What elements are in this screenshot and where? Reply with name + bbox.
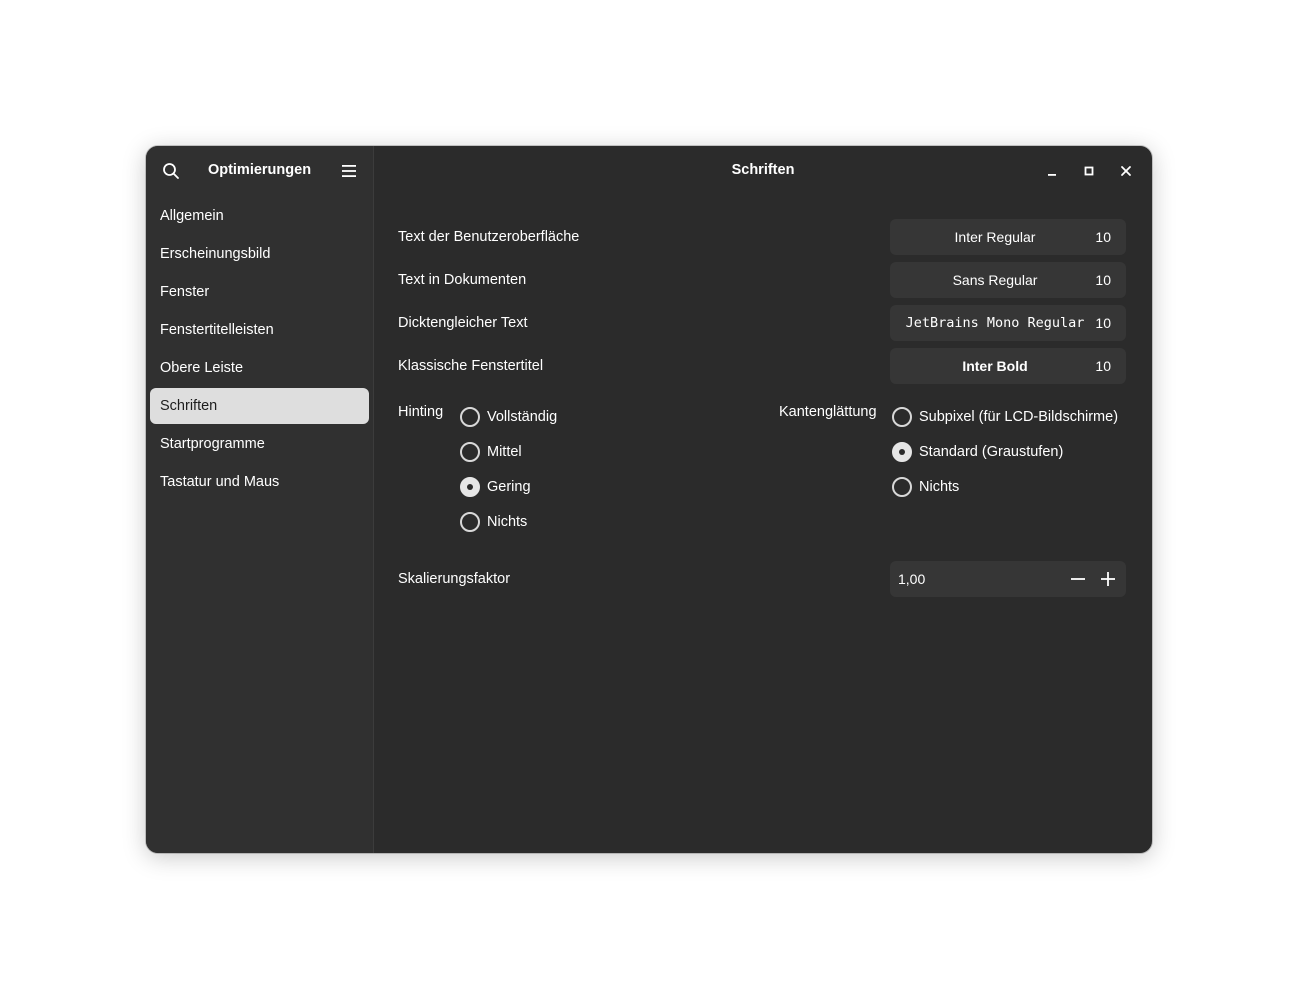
sidebar-item-startprogramme[interactable]: Startprogramme	[150, 426, 369, 462]
font-name: JetBrains Mono Regular	[905, 315, 1085, 331]
document-text-label: Text in Dokumenten	[398, 272, 527, 288]
decrement-icon[interactable]	[1066, 567, 1090, 591]
radio-label: Standard (Graustufen)	[919, 444, 1064, 460]
font-size: 10	[1095, 358, 1111, 374]
radio-button[interactable]	[460, 442, 480, 462]
main-panel: Schriften Text der Benutzeroberfläche In…	[374, 146, 1152, 853]
scaling-factor-label: Skalierungsfaktor	[398, 571, 511, 587]
window-title-label: Klassische Fenstertitel	[398, 358, 544, 374]
radio-label: Gering	[487, 479, 531, 495]
radio-button[interactable]	[460, 512, 480, 532]
sidebar-nav: Allgemein Erscheinungsbild Fenster Fenst…	[150, 198, 369, 502]
scaling-factor-spinbutton: 1,00	[890, 561, 1126, 597]
radio-button-selected[interactable]	[892, 442, 912, 462]
hamburger-menu-icon[interactable]	[334, 156, 364, 186]
increment-icon[interactable]	[1096, 567, 1120, 591]
antialiasing-option-subpixel[interactable]: Subpixel (für LCD-Bildschirme)	[892, 405, 1118, 429]
radio-button-selected[interactable]	[460, 477, 480, 497]
close-icon[interactable]	[1114, 159, 1138, 183]
sidebar-item-obere-leiste[interactable]: Obere Leiste	[150, 350, 369, 386]
antialiasing-option-nichts[interactable]: Nichts	[892, 475, 959, 499]
window-title-font-button[interactable]: Inter Bold 10	[890, 348, 1126, 384]
antialiasing-label: Kantenglättung	[779, 404, 877, 420]
sidebar-item-allgemein[interactable]: Allgemein	[150, 198, 369, 234]
sidebar-item-erscheinungsbild[interactable]: Erscheinungsbild	[150, 236, 369, 272]
font-name: Inter Bold	[962, 358, 1028, 374]
radio-label: Mittel	[487, 444, 522, 460]
sidebar-item-tastatur-und-maus[interactable]: Tastatur und Maus	[150, 464, 369, 500]
sidebar-item-fenster[interactable]: Fenster	[150, 274, 369, 310]
ui-text-font-button[interactable]: Inter Regular 10	[890, 219, 1126, 255]
hinting-option-vollstaendig[interactable]: Vollständig	[460, 405, 557, 429]
hinting-option-mittel[interactable]: Mittel	[460, 440, 522, 464]
monospace-text-label: Dicktengleicher Text	[398, 315, 528, 331]
font-size: 10	[1095, 315, 1111, 331]
radio-button[interactable]	[460, 407, 480, 427]
font-name: Inter Regular	[954, 229, 1036, 245]
maximize-icon[interactable]	[1077, 159, 1101, 183]
radio-label: Nichts	[487, 514, 528, 530]
radio-label: Nichts	[919, 479, 960, 495]
ui-text-label: Text der Benutzeroberfläche	[398, 229, 580, 245]
antialiasing-option-standard[interactable]: Standard (Graustufen)	[892, 440, 1063, 464]
scaling-factor-input[interactable]: 1,00	[898, 571, 925, 587]
font-name: Sans Regular	[952, 272, 1038, 288]
monospace-text-font-button[interactable]: JetBrains Mono Regular 10	[890, 305, 1126, 341]
tweaks-window: Optimierungen Allgemein Erscheinungsbild…	[146, 146, 1152, 853]
minimize-icon[interactable]	[1040, 159, 1064, 183]
radio-button[interactable]	[892, 407, 912, 427]
sidebar-item-fenstertitelleisten[interactable]: Fenstertitelleisten	[150, 312, 369, 348]
document-text-font-button[interactable]: Sans Regular 10	[890, 262, 1126, 298]
font-size: 10	[1095, 272, 1111, 288]
sidebar-header: Optimierungen	[146, 146, 373, 196]
sidebar: Optimierungen Allgemein Erscheinungsbild…	[146, 146, 374, 853]
radio-label: Vollständig	[487, 409, 558, 425]
font-size: 10	[1095, 229, 1111, 245]
page-title: Schriften	[731, 162, 795, 178]
sidebar-item-schriften[interactable]: Schriften	[150, 388, 369, 424]
hinting-option-nichts[interactable]: Nichts	[460, 510, 527, 534]
hinting-option-gering[interactable]: Gering	[460, 475, 531, 499]
radio-button[interactable]	[892, 477, 912, 497]
radio-label: Subpixel (für LCD-Bildschirme)	[919, 409, 1119, 425]
hinting-label: Hinting	[398, 404, 444, 420]
